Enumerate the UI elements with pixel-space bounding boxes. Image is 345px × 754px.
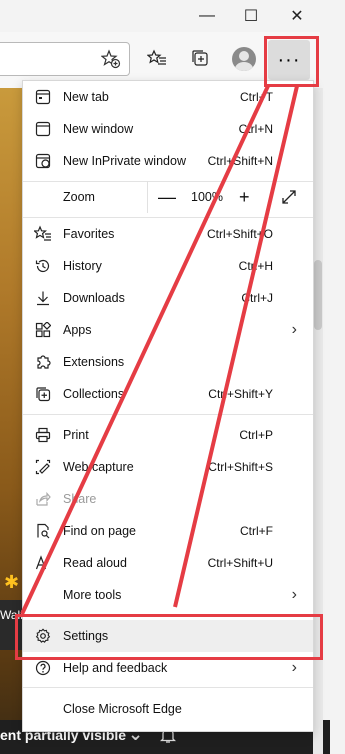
- annotation-arrow: [20, 85, 299, 615]
